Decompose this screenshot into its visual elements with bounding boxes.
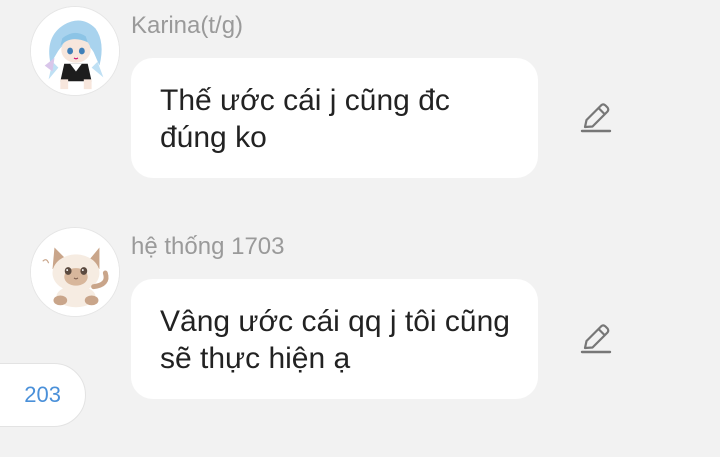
edit-button[interactable] — [576, 319, 616, 359]
edit-button[interactable] — [576, 98, 616, 138]
sender-name: Karina(t/g) — [131, 12, 244, 39]
message-bubble[interactable]: Vâng ước cái qq j tôi cũng sẽ thực hiện … — [131, 279, 538, 399]
avatar-he-thong[interactable] — [30, 227, 120, 317]
anime-girl-avatar-icon — [31, 7, 119, 95]
pencil-edit-icon — [580, 103, 612, 133]
cat-avatar-icon — [31, 228, 119, 316]
comment-count-badge[interactable]: 203 — [0, 363, 86, 427]
pencil-edit-icon — [580, 324, 612, 354]
sender-name: hệ thống 1703 — [131, 233, 285, 260]
avatar-karina[interactable] — [30, 6, 120, 96]
message-bubble[interactable]: Thế ước cái j cũng đc đúng ko — [131, 58, 538, 178]
